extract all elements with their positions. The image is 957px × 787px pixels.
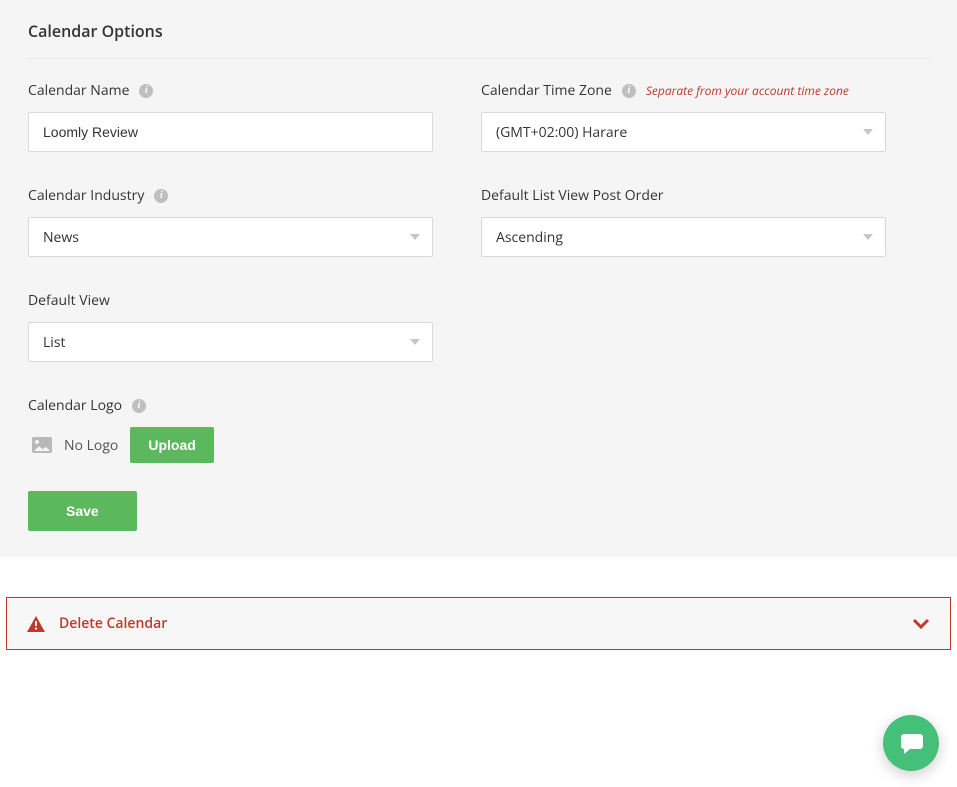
- industry-label-row: Calendar Industry i: [28, 186, 433, 205]
- default-view-field-group: Default View List: [28, 291, 433, 362]
- logo-row: No Logo Upload: [28, 427, 929, 463]
- chat-icon: [897, 729, 925, 757]
- time-zone-value: (GMT+02:00) Harare: [496, 123, 627, 142]
- row-3: Default View List: [28, 291, 929, 362]
- image-icon: [32, 437, 52, 453]
- post-order-label: Default List View Post Order: [481, 186, 664, 205]
- time-zone-hint: Separate from your account time zone: [646, 82, 849, 99]
- logo-label-row: Calendar Logo i: [28, 396, 929, 415]
- default-view-label: Default View: [28, 291, 110, 310]
- time-zone-label-row: Calendar Time Zone i Separate from your …: [481, 81, 886, 100]
- chevron-down-icon: [410, 234, 420, 240]
- logo-field-group: Calendar Logo i No Logo Upload: [28, 396, 929, 463]
- warning-icon: [27, 616, 45, 632]
- post-order-label-row: Default List View Post Order: [481, 186, 886, 205]
- info-icon[interactable]: i: [154, 189, 168, 203]
- logo-status: No Logo: [64, 436, 118, 455]
- row-1: Calendar Name i Calendar Time Zone i Sep…: [28, 81, 929, 152]
- time-zone-select[interactable]: (GMT+02:00) Harare: [481, 112, 886, 152]
- save-button[interactable]: Save: [28, 491, 137, 531]
- default-view-value: List: [43, 333, 66, 352]
- time-zone-label: Calendar Time Zone: [481, 81, 612, 100]
- chat-widget-button[interactable]: [883, 715, 939, 771]
- calendar-name-label: Calendar Name: [28, 81, 129, 100]
- calendar-options-panel: Calendar Options Calendar Name i Calenda…: [0, 0, 957, 557]
- post-order-field-group: Default List View Post Order Ascending: [481, 186, 886, 257]
- industry-label: Calendar Industry: [28, 186, 144, 205]
- industry-field-group: Calendar Industry i News: [28, 186, 433, 257]
- chevron-down-icon: [863, 129, 873, 135]
- upload-button[interactable]: Upload: [130, 427, 213, 463]
- row-2: Calendar Industry i News Default List Vi…: [28, 186, 929, 257]
- chevron-down-icon: [912, 618, 930, 630]
- default-view-select[interactable]: List: [28, 322, 433, 362]
- calendar-name-input[interactable]: [28, 112, 433, 152]
- logo-label: Calendar Logo: [28, 396, 122, 415]
- info-icon[interactable]: i: [622, 84, 636, 98]
- industry-value: News: [43, 228, 79, 247]
- calendar-name-label-row: Calendar Name i: [28, 81, 433, 100]
- info-icon[interactable]: i: [132, 399, 146, 413]
- chevron-down-icon: [410, 339, 420, 345]
- post-order-value: Ascending: [496, 228, 563, 247]
- default-view-label-row: Default View: [28, 291, 433, 310]
- time-zone-field-group: Calendar Time Zone i Separate from your …: [481, 81, 886, 152]
- chevron-down-icon: [863, 234, 873, 240]
- industry-select[interactable]: News: [28, 217, 433, 257]
- delete-calendar-label: Delete Calendar: [59, 614, 167, 633]
- panel-title: Calendar Options: [28, 20, 929, 59]
- calendar-name-field-group: Calendar Name i: [28, 81, 433, 152]
- info-icon[interactable]: i: [139, 84, 153, 98]
- delete-calendar-panel[interactable]: Delete Calendar: [6, 597, 951, 650]
- post-order-select[interactable]: Ascending: [481, 217, 886, 257]
